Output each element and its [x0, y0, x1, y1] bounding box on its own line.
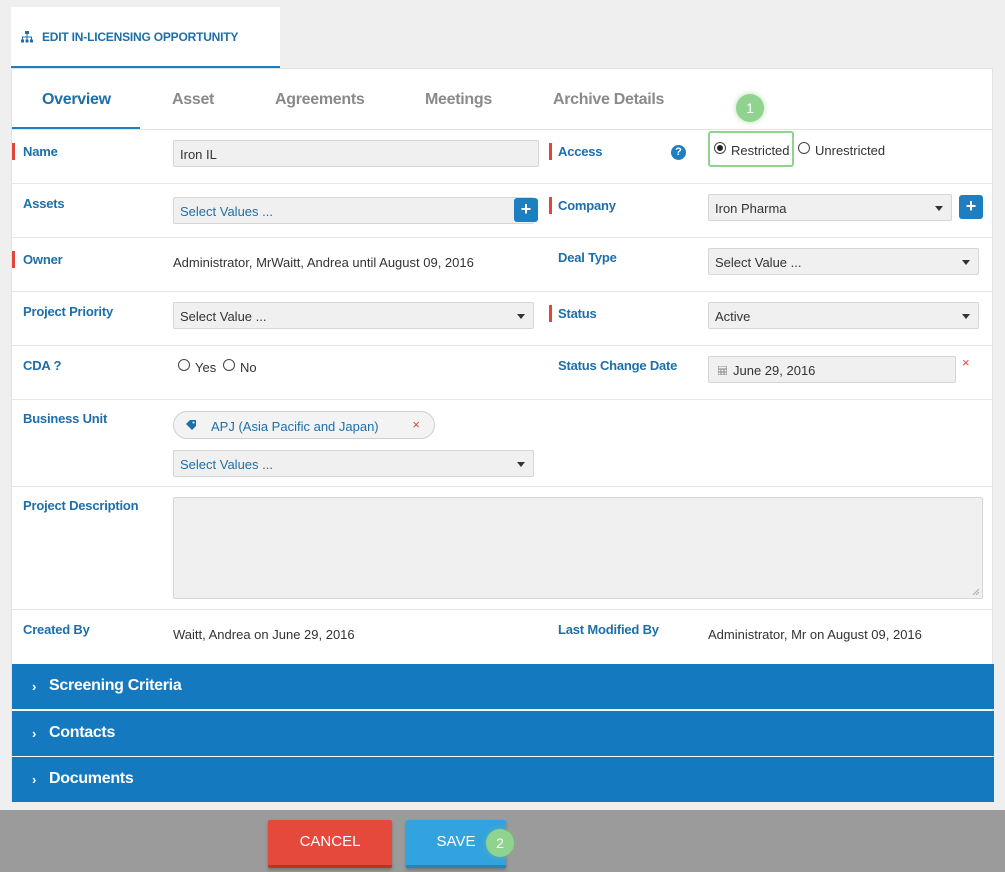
clear-date-icon[interactable]: × [962, 355, 970, 370]
assets-label: Assets [23, 196, 65, 211]
business-unit-select[interactable]: Select Values ... [173, 450, 534, 477]
required-marker [549, 197, 552, 214]
cda-no-label[interactable]: No [240, 360, 257, 375]
tab-overview[interactable]: Overview [42, 91, 111, 109]
required-marker [12, 251, 15, 268]
sitemap-icon [21, 31, 33, 43]
project-description-textarea[interactable] [173, 497, 983, 599]
section-screening-criteria[interactable]: › Screening Criteria [12, 664, 994, 709]
status-select[interactable]: Active [708, 302, 979, 329]
access-label: Access [558, 144, 603, 159]
tag-icon [186, 420, 196, 430]
chevron-right-icon: › [32, 772, 37, 787]
status-label: Status [558, 306, 597, 321]
project-priority-select[interactable]: Select Value ... [173, 302, 534, 329]
project-priority-label: Project Priority [23, 304, 113, 319]
required-marker [12, 143, 15, 160]
name-input[interactable]: Iron IL [173, 140, 539, 167]
access-restricted-label[interactable]: Restricted [731, 143, 790, 158]
help-icon[interactable]: ? [671, 145, 686, 160]
chevron-down-icon [517, 314, 525, 319]
cancel-button[interactable]: CANCEL [268, 820, 392, 868]
resize-grip-icon[interactable] [971, 587, 979, 595]
form-row-name-access: Name Iron IL Access ? Restricted Unrestr… [12, 130, 992, 184]
section-documents[interactable]: › Documents [12, 757, 994, 802]
access-unrestricted-radio[interactable] [798, 142, 810, 154]
required-marker [549, 143, 552, 160]
company-select[interactable]: Iron Pharma [708, 194, 952, 221]
cda-label: CDA ? [23, 358, 62, 373]
owner-label: Owner [23, 252, 63, 267]
form-row-project-description: Project Description [12, 487, 992, 610]
required-marker [549, 305, 552, 322]
created-by-value: Waitt, Andrea on June 29, 2016 [173, 627, 355, 642]
form-row-audit: Created By Waitt, Andrea on June 29, 201… [12, 610, 992, 664]
remove-chip-icon[interactable]: × [412, 417, 420, 432]
calendar-icon [718, 366, 727, 375]
section-contacts[interactable]: › Contacts [12, 711, 994, 756]
add-company-button[interactable]: + [959, 195, 983, 219]
chevron-down-icon [517, 462, 525, 467]
cda-no-radio[interactable] [223, 359, 235, 371]
cda-yes-radio[interactable] [178, 359, 190, 371]
form-row-owner-dealtype: Owner Administrator, MrWaitt, Andrea unt… [12, 238, 992, 292]
chevron-right-icon: › [32, 726, 37, 741]
add-asset-button[interactable]: + [514, 198, 538, 222]
tab-archive-details[interactable]: Archive Details [553, 91, 664, 109]
assets-select[interactable]: Select Values ... [173, 197, 534, 224]
page-title-tab: EDIT IN-LICENSING OPPORTUNITY [11, 7, 280, 68]
business-unit-label: Business Unit [23, 411, 108, 426]
form-row-cda-statusdate: CDA ? Yes No Status Change Date June 29,… [12, 346, 992, 400]
callout-marker-2: 2 [486, 829, 514, 857]
footer-bar: CANCEL SAVE 2 [0, 810, 1005, 872]
last-modified-by-value: Administrator, Mr on August 09, 2016 [708, 627, 922, 642]
last-modified-by-label: Last Modified By [558, 622, 659, 637]
created-by-label: Created By [23, 622, 90, 637]
company-label: Company [558, 198, 616, 213]
name-label: Name [23, 144, 58, 159]
active-tab-indicator [12, 127, 140, 129]
deal-type-label: Deal Type [558, 250, 617, 265]
cda-yes-label[interactable]: Yes [195, 360, 216, 375]
form-row-business-unit: Business Unit APJ (Asia Pacific and Japa… [12, 400, 992, 487]
chevron-right-icon: › [32, 679, 37, 694]
tab-bar: Overview Asset Agreements Meetings Archi… [12, 69, 992, 130]
status-change-date-input[interactable]: June 29, 2016 [708, 356, 956, 383]
access-restricted-radio[interactable] [714, 142, 726, 154]
owner-value: Administrator, MrWaitt, Andrea until Aug… [173, 255, 474, 270]
chevron-down-icon [935, 206, 943, 211]
project-description-label: Project Description [23, 498, 139, 513]
page-title: EDIT IN-LICENSING OPPORTUNITY [42, 30, 239, 44]
edit-form-card: Overview Asset Agreements Meetings Archi… [11, 68, 994, 802]
status-change-date-label: Status Change Date [558, 358, 678, 373]
business-unit-chip: APJ (Asia Pacific and Japan) × [173, 411, 435, 439]
deal-type-select[interactable]: Select Value ... [708, 248, 979, 275]
tab-meetings[interactable]: Meetings [425, 91, 492, 109]
form-row-assets-company: Assets Select Values ... + Company Iron … [12, 184, 992, 238]
chevron-down-icon [962, 260, 970, 265]
tab-agreements[interactable]: Agreements [275, 91, 365, 109]
access-unrestricted-label[interactable]: Unrestricted [815, 143, 885, 158]
callout-marker-1: 1 [736, 94, 764, 122]
form-row-priority-status: Project Priority Select Value ... Status… [12, 292, 992, 346]
chevron-down-icon [962, 314, 970, 319]
tab-asset[interactable]: Asset [172, 91, 214, 109]
